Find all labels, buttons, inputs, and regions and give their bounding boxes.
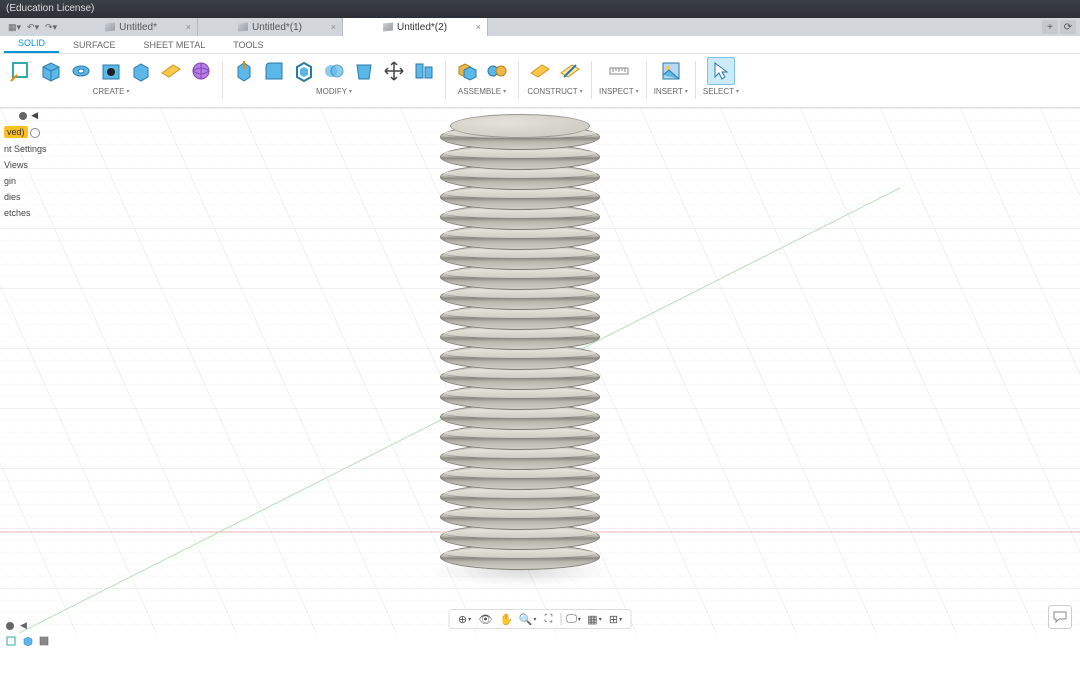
document-tabs-row: ▦▾ ↶▾ ↷▾ Untitled* × Untitled*(1) × Unti… (0, 18, 1080, 36)
group-assemble: ASSEMBLE (450, 57, 514, 96)
browser-item[interactable]: Views (0, 157, 42, 173)
fillet-button[interactable] (260, 57, 288, 85)
move-button[interactable] (380, 57, 408, 85)
toolbar: CREATE MODIFY ASSEMBLE CONSTRUCT (0, 54, 1080, 108)
group-construct: CONSTRUCT (523, 57, 587, 96)
gear-icon[interactable] (30, 128, 40, 138)
license-label: (Education License) (6, 3, 94, 14)
construct-label[interactable]: CONSTRUCT (527, 87, 582, 96)
axis-button[interactable] (556, 57, 584, 85)
timeline (0, 633, 50, 649)
align-button[interactable] (410, 57, 438, 85)
undo-icon[interactable]: ↶▾ (27, 22, 39, 33)
combine-button[interactable] (320, 57, 348, 85)
look-icon[interactable]: 👁 (477, 611, 495, 627)
tab-solid[interactable]: SOLID (4, 35, 59, 53)
press-pull-button[interactable] (230, 57, 258, 85)
separator (445, 61, 446, 99)
threaded-cylinder-model[interactable] (440, 114, 600, 574)
hole-button[interactable] (97, 57, 125, 85)
viewport-icon[interactable]: ⊞ (607, 611, 625, 627)
display-icon[interactable]: 🖵 (565, 611, 583, 627)
group-inspect: INSPECT (596, 57, 642, 96)
separator (591, 61, 592, 99)
navigation-bar: ⊕ 👁 ✋ 🔍 ⛶ 🖵 ▦ ⊞ (449, 609, 632, 629)
extrude-button[interactable] (37, 57, 65, 85)
new-tab-button[interactable]: + (1042, 20, 1058, 34)
cylinder-top (450, 114, 590, 138)
plane-button[interactable] (526, 57, 554, 85)
workspace-tabs: SOLID SURFACE SHEET METAL TOOLS (0, 36, 1080, 54)
group-modify: MODIFY (227, 57, 441, 96)
group-create: CREATE (4, 57, 218, 96)
doc-tab-label: Untitled*(2) (397, 22, 447, 33)
cube-icon (238, 22, 248, 31)
create-label[interactable]: CREATE (93, 87, 130, 96)
form-button[interactable] (187, 57, 215, 85)
quick-access: ▦▾ ↶▾ ↷▾ (0, 18, 65, 36)
group-select: SELECT (700, 57, 742, 96)
orbit-icon[interactable]: ⊕ (456, 611, 474, 627)
browser-root[interactable]: ved) (0, 123, 42, 141)
file-menu-icon[interactable]: ▦▾ (8, 22, 21, 33)
doc-tab-1[interactable]: Untitled*(1) × (198, 18, 343, 36)
sketch-button[interactable] (7, 57, 35, 85)
separator (518, 61, 519, 99)
insert-label[interactable]: INSERT (654, 87, 688, 96)
assemble-label[interactable]: ASSEMBLE (458, 87, 506, 96)
tab-controls: + ⟳ (1038, 18, 1080, 36)
close-icon[interactable]: × (476, 22, 481, 32)
tab-sheet-metal[interactable]: SHEET METAL (130, 37, 220, 53)
viewport[interactable] (0, 108, 1080, 633)
timeline-header[interactable]: ◀ (0, 618, 33, 633)
browser-item[interactable]: etches (0, 205, 42, 221)
inspect-label[interactable]: INSPECT (599, 87, 639, 96)
cube-icon (105, 22, 115, 31)
measure-button[interactable] (605, 57, 633, 85)
select-button[interactable] (707, 57, 735, 85)
browser-item[interactable]: gin (0, 173, 42, 189)
browser-header[interactable]: ◀ (0, 108, 42, 123)
redo-icon[interactable]: ↷▾ (45, 22, 57, 33)
doc-tabs: Untitled* × Untitled*(1) × Untitled*(2) … (65, 18, 1038, 36)
joint-button[interactable] (483, 57, 511, 85)
shell-button[interactable] (290, 57, 318, 85)
comments-button[interactable] (1048, 605, 1072, 629)
zoom-icon[interactable]: 🔍 (519, 611, 537, 627)
close-icon[interactable]: × (186, 22, 191, 32)
box-button[interactable] (127, 57, 155, 85)
tab-surface[interactable]: SURFACE (59, 37, 130, 53)
separator (222, 61, 223, 99)
fit-icon[interactable]: ⛶ (540, 611, 558, 627)
draft-button[interactable] (350, 57, 378, 85)
separator (646, 61, 647, 99)
title-bar: (Education License) (0, 0, 1080, 18)
timeline-extrude-icon[interactable] (22, 636, 34, 646)
doc-tab-label: Untitled*(1) (252, 22, 302, 33)
group-insert: INSERT (651, 57, 691, 96)
cube-icon (383, 22, 393, 31)
component-button[interactable] (453, 57, 481, 85)
browser-panel: ◀ ved) nt Settings Views gin dies etches (0, 108, 42, 221)
select-label[interactable]: SELECT (703, 87, 739, 96)
timeline-sketch-icon[interactable] (6, 636, 18, 646)
timeline-thread-icon[interactable] (38, 636, 50, 646)
plane-button[interactable] (157, 57, 185, 85)
doc-tab-2[interactable]: Untitled*(2) × (343, 18, 488, 36)
pan-icon[interactable]: ✋ (498, 611, 516, 627)
doc-tab-label: Untitled* (119, 22, 157, 33)
modify-label[interactable]: MODIFY (316, 87, 352, 96)
close-icon[interactable]: × (331, 22, 336, 32)
recovery-button[interactable]: ⟳ (1060, 20, 1076, 34)
doc-tab-0[interactable]: Untitled* × (65, 18, 198, 36)
revolve-button[interactable] (67, 57, 95, 85)
browser-item[interactable]: dies (0, 189, 42, 205)
insert-button[interactable] (657, 57, 685, 85)
browser-item[interactable]: nt Settings (0, 141, 42, 157)
separator (695, 61, 696, 99)
grid-settings-icon[interactable]: ▦ (586, 611, 604, 627)
tab-tools[interactable]: TOOLS (219, 37, 277, 53)
